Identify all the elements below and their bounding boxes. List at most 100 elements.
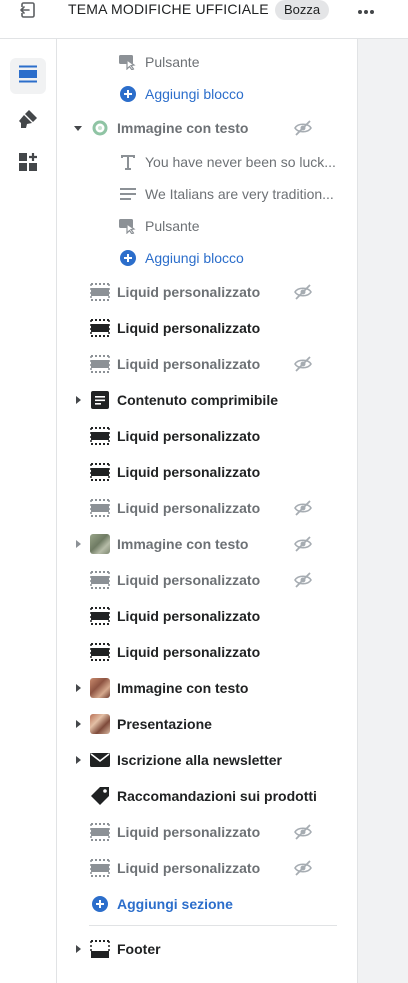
add-circle-icon	[90, 894, 110, 914]
section-label: Footer	[117, 941, 161, 957]
footer-layout-icon	[90, 939, 110, 959]
image-thumbnail	[90, 678, 110, 698]
block-row-paragraph[interactable]: We Italians are very tradition...	[57, 176, 357, 212]
section-row-custom-liquid[interactable]: Liquid personalizzato	[57, 634, 357, 670]
section-row-custom-liquid[interactable]: Liquid personalizzato	[57, 346, 357, 382]
tag-icon	[90, 786, 110, 806]
eye-slash-icon[interactable]	[293, 534, 313, 554]
add-circle-icon	[118, 84, 138, 104]
section-label: Liquid personalizzato	[117, 860, 261, 876]
block-row-button[interactable]: Pulsante	[57, 208, 357, 244]
section-row-custom-liquid[interactable]: Liquid personalizzato	[57, 490, 357, 526]
section-row-custom-liquid[interactable]: Liquid personalizzato	[57, 850, 357, 886]
section-dashed-icon	[90, 858, 110, 878]
theme-title: TEMA MODIFICHE UFFICIALE	[68, 1, 269, 17]
section-row-custom-liquid[interactable]: Liquid personalizzato	[57, 418, 357, 454]
theme-settings-nav-button[interactable]	[10, 103, 46, 139]
collapsible-doc-icon	[90, 390, 110, 410]
caret-right-icon[interactable]	[73, 719, 83, 729]
section-row-image-with-text[interactable]: Immagine con testo	[57, 526, 357, 562]
section-row-custom-liquid[interactable]: Liquid personalizzato	[57, 598, 357, 634]
image-thumbnail	[90, 118, 110, 138]
section-label: Liquid personalizzato	[117, 464, 261, 480]
section-label: Contenuto comprimibile	[117, 392, 278, 408]
caret-down-icon[interactable]	[73, 123, 83, 133]
add-block-label: Aggiungi blocco	[145, 250, 244, 266]
section-row-newsletter[interactable]: Iscrizione alla newsletter	[57, 742, 357, 778]
section-label: Raccomandazioni sui prodotti	[117, 788, 317, 804]
section-label: Liquid personalizzato	[117, 644, 261, 660]
more-actions-button[interactable]	[352, 0, 380, 22]
app-blocks-nav-button[interactable]	[10, 146, 46, 182]
caret-right-icon[interactable]	[73, 395, 83, 405]
section-row-custom-liquid[interactable]: Liquid personalizzato	[57, 562, 357, 598]
block-label: Pulsante	[145, 218, 200, 234]
section-label: Liquid personalizzato	[117, 824, 261, 840]
button-cursor-icon	[118, 216, 138, 236]
section-dashed-icon	[90, 318, 110, 338]
section-row-slideshow[interactable]: Presentazione	[57, 706, 357, 742]
eye-slash-icon[interactable]	[293, 858, 313, 878]
section-row-product-recommendations[interactable]: Raccomandazioni sui prodotti	[57, 778, 357, 814]
section-dashed-icon	[90, 498, 110, 518]
section-dashed-icon	[90, 462, 110, 482]
sections-tree-panel: Pulsante Aggiungi blocco Immagine con te…	[57, 39, 357, 983]
section-row-custom-liquid[interactable]: Liquid personalizzato	[57, 814, 357, 850]
text-type-icon	[118, 152, 138, 172]
eye-slash-icon[interactable]	[293, 498, 313, 518]
section-row-custom-liquid[interactable]: Liquid personalizzato	[57, 310, 357, 346]
left-icon-rail	[0, 39, 57, 983]
eye-slash-icon[interactable]	[293, 570, 313, 590]
section-label: Liquid personalizzato	[117, 320, 261, 336]
exit-icon	[19, 1, 37, 24]
eye-slash-icon[interactable]	[293, 282, 313, 302]
section-label: Liquid personalizzato	[117, 284, 261, 300]
caret-right-icon[interactable]	[73, 683, 83, 693]
app-blocks-icon	[18, 152, 38, 177]
caret-right-icon[interactable]	[73, 944, 83, 954]
preview-area	[357, 39, 408, 983]
section-label: Immagine con testo	[117, 536, 249, 552]
sections-nav-button[interactable]	[10, 58, 46, 94]
exit-button[interactable]	[12, 0, 44, 24]
section-row-custom-liquid[interactable]: Liquid personalizzato	[57, 454, 357, 490]
image-thumbnail	[90, 714, 110, 734]
section-dashed-icon	[90, 354, 110, 374]
section-label: Immagine con testo	[117, 120, 249, 136]
add-section-button[interactable]: Aggiungi sezione	[57, 886, 357, 922]
section-row-footer[interactable]: Footer	[57, 931, 357, 967]
section-dashed-icon	[90, 822, 110, 842]
block-label: We Italians are very tradition...	[145, 186, 334, 202]
add-circle-icon	[118, 248, 138, 268]
block-row-text[interactable]: You have never been so luck...	[57, 144, 357, 180]
section-label: Iscrizione alla newsletter	[117, 752, 282, 768]
add-block-label: Aggiungi blocco	[145, 86, 244, 102]
section-label: Liquid personalizzato	[117, 428, 261, 444]
add-section-label: Aggiungi sezione	[117, 896, 233, 912]
more-horizontal-icon	[357, 2, 375, 20]
eye-slash-icon[interactable]	[293, 118, 313, 138]
section-row-image-with-text[interactable]: Immagine con testo	[57, 110, 357, 146]
eye-slash-icon[interactable]	[293, 822, 313, 842]
caret-right-icon[interactable]	[73, 755, 83, 765]
section-row-custom-liquid[interactable]: Liquid personalizzato	[57, 274, 357, 310]
divider	[89, 925, 337, 926]
block-label: You have never been so luck...	[145, 154, 336, 170]
section-label: Liquid personalizzato	[117, 356, 261, 372]
paragraph-icon	[118, 184, 138, 204]
section-dashed-icon	[90, 570, 110, 590]
section-row-image-with-text[interactable]: Immagine con testo	[57, 670, 357, 706]
button-cursor-icon	[118, 52, 138, 72]
theme-settings-brush-icon	[18, 109, 38, 134]
caret-right-icon[interactable]	[73, 539, 83, 549]
status-badge: Bozza	[275, 0, 330, 20]
sections-icon	[18, 64, 38, 89]
section-dashed-icon	[90, 282, 110, 302]
eye-slash-icon[interactable]	[293, 354, 313, 374]
block-row-button[interactable]: Pulsante	[57, 44, 357, 80]
add-block-button[interactable]: Aggiungi blocco	[57, 240, 357, 276]
section-label: Immagine con testo	[117, 680, 249, 696]
add-block-button[interactable]: Aggiungi blocco	[57, 76, 357, 112]
block-label: Pulsante	[145, 54, 200, 70]
section-row-collapsible-content[interactable]: Contenuto comprimibile	[57, 382, 357, 418]
